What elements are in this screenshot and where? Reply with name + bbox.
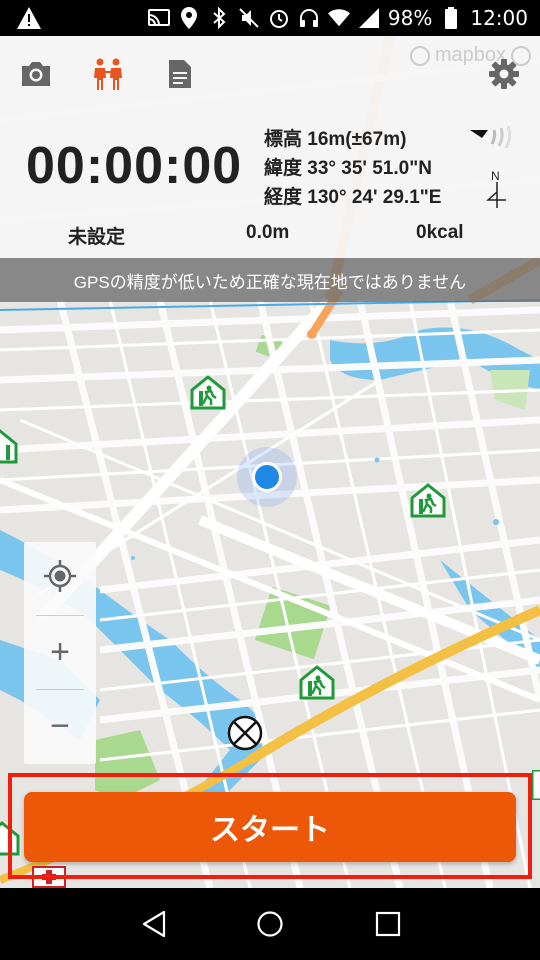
zoom-in-button[interactable]: + [24,616,96,688]
warning-icon [16,6,42,34]
gps-accuracy-warning: GPSの精度が低いため正確な現在地ではありません [0,258,540,302]
status-icons: 98% 12:00 [147,0,528,36]
wifi-icon [327,7,350,29]
svg-text:N: N [491,169,500,183]
latitude-readout: 緯度 33° 35' 51.0"N [264,158,432,179]
back-icon[interactable] [136,906,172,942]
calories-value: 0kcal [416,222,464,243]
status-bar: 98% 12:00 [0,0,540,36]
vibrate-icon [238,7,260,29]
altitude-readout: 標高 16m(±67m) [264,129,407,150]
distance-value: 0.0m [246,222,290,243]
crosshair-icon [43,559,77,598]
signal-icon [358,7,380,29]
course-status: 未設定 [68,227,126,248]
map-controls: + − [24,542,96,764]
clock: 12:00 [470,6,528,30]
walkers-icon[interactable] [90,56,126,92]
home-icon[interactable] [252,906,288,942]
compass-icon[interactable]: N [484,168,510,214]
gps-signal-icon [468,125,512,152]
battery-percent: 98% [387,6,433,30]
camera-icon[interactable] [18,56,54,92]
system-nav-bar [0,888,540,960]
start-button[interactable]: スタート [24,792,516,862]
elapsed-timer: 00:00:00 [26,137,243,195]
longitude-readout: 経度 130° 24' 29.1"E [264,187,442,208]
cast-icon [147,7,170,29]
info-panel: mapbox 00:00:00 標高 16m(±67m) 緯度 33° 35' … [0,36,540,258]
gear-icon[interactable] [486,56,522,92]
recents-icon[interactable] [370,906,406,942]
headset-icon [298,7,320,29]
location-icon [178,7,200,29]
alarm-icon [268,7,290,29]
document-icon[interactable] [162,56,198,92]
bluetooth-icon [208,7,230,29]
battery-icon [440,7,462,29]
locate-button[interactable] [24,542,96,614]
zoom-out-button[interactable]: − [24,690,96,762]
